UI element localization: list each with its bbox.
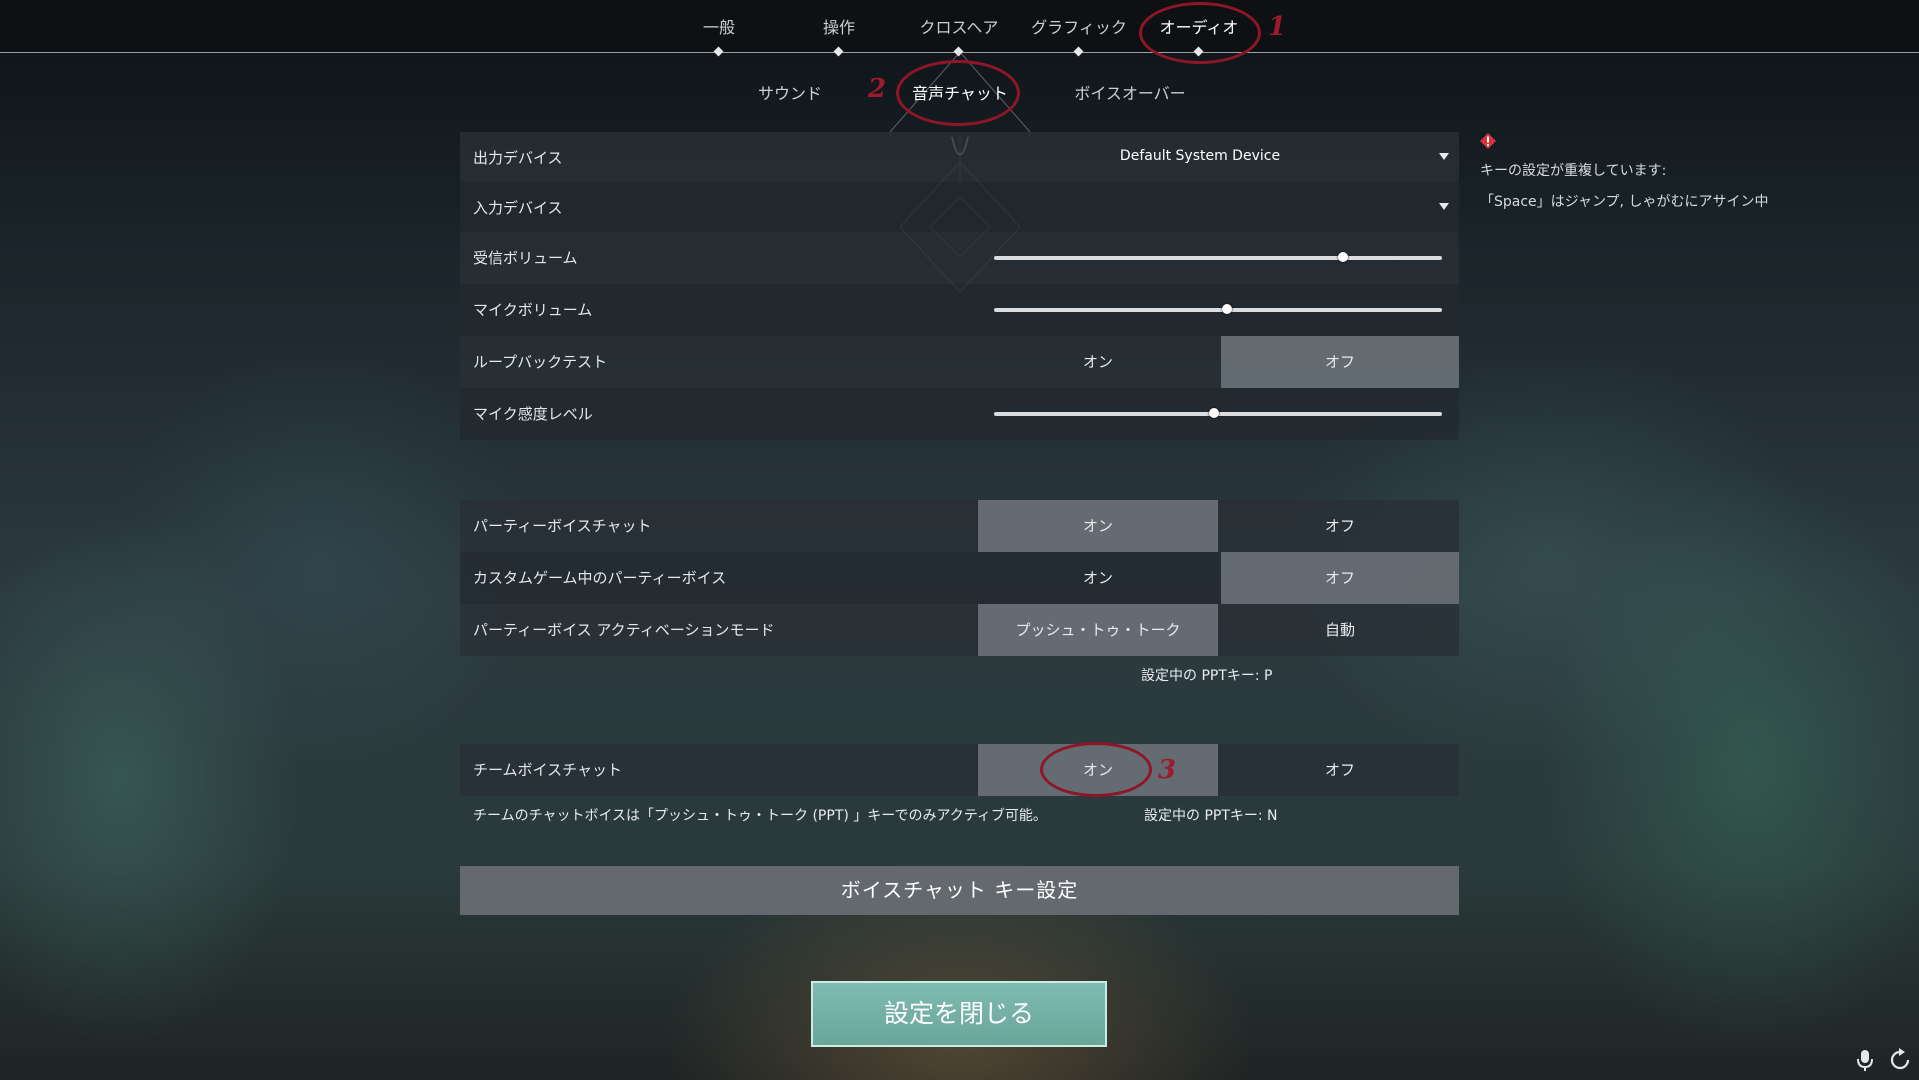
mic-volume-slider[interactable] <box>994 304 1442 314</box>
annotation-number-2: 2 <box>868 74 887 104</box>
tab-controls[interactable]: 操作 <box>779 14 899 57</box>
chevron-down-icon <box>1439 203 1449 210</box>
loopback-test-label: ループバックテスト <box>473 353 608 371</box>
team-ppt-key-text: 設定中の PPTキー: N <box>1144 808 1278 824</box>
tab-graphics-label: グラフィック <box>1031 18 1127 37</box>
annotation-number-3: 3 <box>1158 755 1177 785</box>
loopback-test-row: ループバックテスト オン オフ <box>460 336 1459 388</box>
team-voice-note: チームのチャットボイスは「プッシュ・トゥ・トーク (PPT) 」キーでのみアクテ… <box>473 808 1047 824</box>
party-voice-chat-row: パーティーボイスチャット オン オフ <box>460 500 1459 552</box>
warning-icon <box>1480 133 1496 149</box>
close-settings-button[interactable]: 設定を閉じる <box>811 981 1107 1047</box>
chevron-down-icon <box>1439 153 1449 160</box>
output-device-row: 出力デバイス Default System Device <box>460 132 1459 182</box>
input-device-label: 入力デバイス <box>473 199 563 217</box>
custom-party-voice-on-button[interactable]: オン <box>978 552 1218 604</box>
output-device-dropdown[interactable]: Default System Device <box>978 132 1459 182</box>
output-device-value: Default System Device <box>1119 148 1281 164</box>
tab-general[interactable]: 一般 <box>659 14 779 57</box>
annotation-circle <box>1040 742 1152 797</box>
party-voice-chat-label: パーティーボイスチャット <box>473 517 652 535</box>
custom-game-party-voice-row: カスタムゲーム中のパーティーボイス オン オフ <box>460 552 1459 604</box>
custom-game-party-voice-label: カスタムゲーム中のパーティーボイス <box>473 569 727 587</box>
team-voice-chat-row: チームボイスチャット オン オフ <box>460 744 1459 796</box>
mic-sensitivity-label: マイク感度レベル <box>473 405 593 423</box>
input-device-row: 入力デバイス <box>460 182 1459 232</box>
annotation-circle <box>896 60 1020 126</box>
annotation-circle <box>1139 2 1261 64</box>
tab-graphics[interactable]: グラフィック <box>1019 14 1139 57</box>
activation-mode-label: パーティーボイス アクティベーションモード <box>473 621 775 639</box>
warning-title: キーの設定が重複しています: <box>1480 163 1667 179</box>
party-voice-on-button[interactable]: オン <box>978 500 1218 552</box>
mic-sensitivity-slider[interactable] <box>994 408 1442 418</box>
tab-marker <box>833 46 844 57</box>
annotation-number-1: 1 <box>1268 12 1287 42</box>
loopback-off-button[interactable]: オフ <box>1221 336 1459 388</box>
microphone-icon[interactable] <box>1851 1046 1879 1074</box>
tab-marker <box>713 46 724 57</box>
mic-volume-label: マイクボリューム <box>473 301 593 319</box>
refresh-icon[interactable] <box>1886 1046 1914 1074</box>
auto-activation-button[interactable]: 自動 <box>1221 604 1459 656</box>
slider-knob[interactable] <box>1338 252 1349 262</box>
slider-knob[interactable] <box>1221 304 1232 314</box>
party-voice-off-button[interactable]: オフ <box>1221 500 1459 552</box>
mic-volume-row: マイクボリューム <box>460 284 1459 336</box>
loopback-on-button[interactable]: オン <box>978 336 1218 388</box>
party-ppt-key-text: 設定中の PPTキー: P <box>1141 668 1273 684</box>
subtab-voiceover[interactable]: ボイスオーバー <box>1060 80 1200 104</box>
mic-sensitivity-row: マイク感度レベル <box>460 388 1459 440</box>
team-voice-chat-label: チームボイスチャット <box>473 761 622 779</box>
voice-chat-keybind-button[interactable]: ボイスチャット キー設定 <box>460 866 1459 915</box>
tab-crosshair-label: クロスヘア <box>919 18 999 37</box>
tab-controls-label: 操作 <box>822 18 855 37</box>
output-device-label: 出力デバイス <box>473 149 563 167</box>
receive-volume-row: 受信ボリューム <box>460 232 1459 284</box>
subtab-sound[interactable]: サウンド <box>720 80 860 104</box>
settings-top-nav: 一般 操作 クロスヘア グラフィック オーディオ <box>0 0 1919 57</box>
receive-volume-slider[interactable] <box>994 252 1442 262</box>
custom-party-voice-off-button[interactable]: オフ <box>1221 552 1459 604</box>
input-device-dropdown[interactable] <box>978 182 1459 232</box>
push-to-talk-button[interactable]: プッシュ・トゥ・トーク <box>978 604 1218 656</box>
team-voice-off-button[interactable]: オフ <box>1221 744 1459 796</box>
receive-volume-label: 受信ボリューム <box>473 249 578 267</box>
slider-knob[interactable] <box>1208 408 1219 418</box>
tab-general-label: 一般 <box>702 18 735 37</box>
tab-crosshair[interactable]: クロスヘア <box>899 14 1019 57</box>
warning-body: 「Space」はジャンプ, しゃがむにアサイン中 <box>1480 194 1769 210</box>
activation-mode-row: パーティーボイス アクティベーションモード プッシュ・トゥ・トーク 自動 <box>460 604 1459 656</box>
tab-marker <box>1073 46 1084 57</box>
